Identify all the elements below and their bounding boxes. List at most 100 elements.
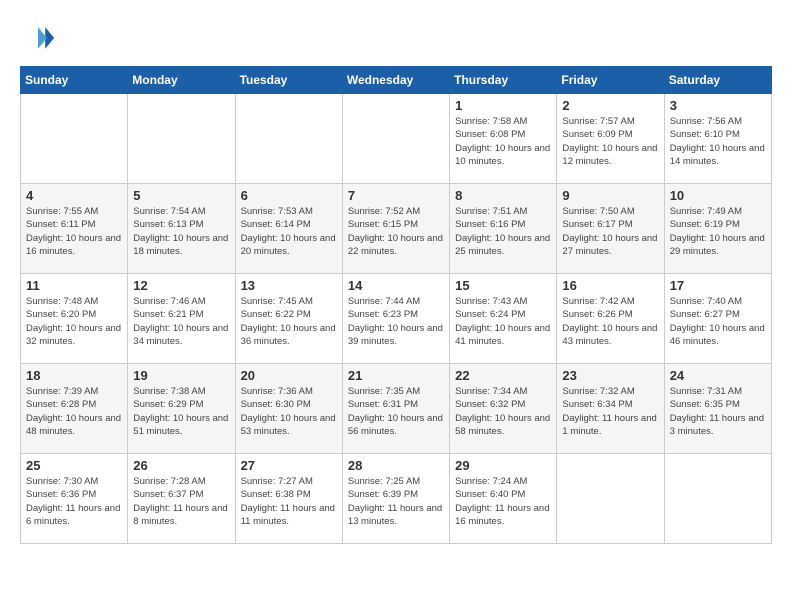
calendar-body: 1Sunrise: 7:58 AMSunset: 6:08 PMDaylight… <box>21 94 772 544</box>
calendar-header: SundayMondayTuesdayWednesdayThursdayFrid… <box>21 67 772 94</box>
day-info: Sunrise: 7:44 AMSunset: 6:23 PMDaylight:… <box>348 295 444 348</box>
calendar-cell: 12 Sunrise: 7:46 AMSunset: 6:21 PMDayligh… <box>128 274 235 364</box>
day-number: 16 <box>562 278 658 293</box>
calendar-cell: 17Sunrise: 7:40 AMSunset: 6:27 PMDayligh… <box>664 274 771 364</box>
calendar-cell: 15 Sunrise: 7:43 AMSunset: 6:24 PMDayligh… <box>450 274 557 364</box>
day-info: Sunrise: 7:27 AMSunset: 6:38 PMDaylight:… <box>241 475 337 528</box>
day-info: Sunrise: 7:34 AMSunset: 6:32 PMDaylight:… <box>455 385 551 438</box>
day-info: Sunrise: 7:38 AMSunset: 6:29 PMDaylight:… <box>133 385 229 438</box>
day-number: 19 <box>133 368 229 383</box>
day-number: 10 <box>670 188 766 203</box>
calendar-cell: 16 Sunrise: 7:42 AMSunset: 6:26 PMDayligh… <box>557 274 664 364</box>
calendar-cell: 23 Sunrise: 7:32 AMSunset: 6:34 PMDayligh… <box>557 364 664 454</box>
calendar-cell: 29 Sunrise: 7:24 AMSunset: 6:40 PMDayligh… <box>450 454 557 544</box>
day-number: 5 <box>133 188 229 203</box>
calendar-cell: 3 Sunrise: 7:56 AMSunset: 6:10 PMDaylight… <box>664 94 771 184</box>
day-info: Sunrise: 7:56 AMSunset: 6:10 PMDaylight:… <box>670 115 766 168</box>
day-info: Sunrise: 7:57 AMSunset: 6:09 PMDaylight:… <box>562 115 658 168</box>
calendar-week-row: 11 Sunrise: 7:48 AMSunset: 6:20 PMDayligh… <box>21 274 772 364</box>
calendar-cell: 8Sunrise: 7:51 AMSunset: 6:16 PMDaylight… <box>450 184 557 274</box>
day-number: 9 <box>562 188 658 203</box>
logo <box>20 20 61 56</box>
calendar-cell: 6 Sunrise: 7:53 AMSunset: 6:14 PMDaylight… <box>235 184 342 274</box>
day-number: 23 <box>562 368 658 383</box>
day-number: 18 <box>26 368 122 383</box>
calendar-cell <box>664 454 771 544</box>
day-info: Sunrise: 7:54 AMSunset: 6:13 PMDaylight:… <box>133 205 229 258</box>
day-info: Sunrise: 7:35 AMSunset: 6:31 PMDaylight:… <box>348 385 444 438</box>
day-number: 6 <box>241 188 337 203</box>
day-number: 25 <box>26 458 122 473</box>
calendar-cell <box>235 94 342 184</box>
calendar-cell: 25 Sunrise: 7:30 AMSunset: 6:36 PMDayligh… <box>21 454 128 544</box>
day-number: 29 <box>455 458 551 473</box>
day-number: 12 <box>133 278 229 293</box>
calendar-cell: 11 Sunrise: 7:48 AMSunset: 6:20 PMDayligh… <box>21 274 128 364</box>
day-info: Sunrise: 7:24 AMSunset: 6:40 PMDaylight:… <box>455 475 551 528</box>
calendar-cell: 24 Sunrise: 7:31 AMSunset: 6:35 PMDayligh… <box>664 364 771 454</box>
day-info: Sunrise: 7:30 AMSunset: 6:36 PMDaylight:… <box>26 475 122 528</box>
day-info: Sunrise: 7:39 AMSunset: 6:28 PMDaylight:… <box>26 385 122 438</box>
day-info: Sunrise: 7:25 AMSunset: 6:39 PMDaylight:… <box>348 475 444 528</box>
calendar-week-row: 1Sunrise: 7:58 AMSunset: 6:08 PMDaylight… <box>21 94 772 184</box>
calendar-week-row: 4 Sunrise: 7:55 AMSunset: 6:11 PMDaylight… <box>21 184 772 274</box>
calendar-cell: 1Sunrise: 7:58 AMSunset: 6:08 PMDaylight… <box>450 94 557 184</box>
weekday-header: Wednesday <box>342 67 449 94</box>
day-number: 28 <box>348 458 444 473</box>
day-info: Sunrise: 7:43 AMSunset: 6:24 PMDaylight:… <box>455 295 551 348</box>
calendar-cell: 18 Sunrise: 7:39 AMSunset: 6:28 PMDayligh… <box>21 364 128 454</box>
calendar-week-row: 18 Sunrise: 7:39 AMSunset: 6:28 PMDayligh… <box>21 364 772 454</box>
weekday-header: Tuesday <box>235 67 342 94</box>
calendar-cell <box>21 94 128 184</box>
calendar-cell <box>557 454 664 544</box>
calendar-cell: 9 Sunrise: 7:50 AMSunset: 6:17 PMDaylight… <box>557 184 664 274</box>
day-info: Sunrise: 7:46 AMSunset: 6:21 PMDaylight:… <box>133 295 229 348</box>
day-number: 22 <box>455 368 551 383</box>
day-number: 3 <box>670 98 766 113</box>
day-number: 21 <box>348 368 444 383</box>
weekday-row: SundayMondayTuesdayWednesdayThursdayFrid… <box>21 67 772 94</box>
day-info: Sunrise: 7:32 AMSunset: 6:34 PMDaylight:… <box>562 385 658 438</box>
day-info: Sunrise: 7:49 AMSunset: 6:19 PMDaylight:… <box>670 205 766 258</box>
day-info: Sunrise: 7:28 AMSunset: 6:37 PMDaylight:… <box>133 475 229 528</box>
calendar-cell: 14 Sunrise: 7:44 AMSunset: 6:23 PMDayligh… <box>342 274 449 364</box>
day-info: Sunrise: 7:55 AMSunset: 6:11 PMDaylight:… <box>26 205 122 258</box>
day-number: 13 <box>241 278 337 293</box>
day-number: 1 <box>455 98 551 113</box>
day-number: 27 <box>241 458 337 473</box>
day-number: 15 <box>455 278 551 293</box>
calendar-cell: 4 Sunrise: 7:55 AMSunset: 6:11 PMDaylight… <box>21 184 128 274</box>
calendar-week-row: 25 Sunrise: 7:30 AMSunset: 6:36 PMDayligh… <box>21 454 772 544</box>
weekday-header: Friday <box>557 67 664 94</box>
calendar-cell: 21 Sunrise: 7:35 AMSunset: 6:31 PMDayligh… <box>342 364 449 454</box>
day-info: Sunrise: 7:31 AMSunset: 6:35 PMDaylight:… <box>670 385 766 438</box>
day-number: 11 <box>26 278 122 293</box>
calendar-cell: 27 Sunrise: 7:27 AMSunset: 6:38 PMDayligh… <box>235 454 342 544</box>
calendar-cell: 7Sunrise: 7:52 AMSunset: 6:15 PMDaylight… <box>342 184 449 274</box>
calendar-cell: 5 Sunrise: 7:54 AMSunset: 6:13 PMDaylight… <box>128 184 235 274</box>
calendar-cell: 2 Sunrise: 7:57 AMSunset: 6:09 PMDaylight… <box>557 94 664 184</box>
page-header <box>20 20 772 56</box>
calendar-table: SundayMondayTuesdayWednesdayThursdayFrid… <box>20 66 772 544</box>
calendar-cell: 19 Sunrise: 7:38 AMSunset: 6:29 PMDayligh… <box>128 364 235 454</box>
day-number: 2 <box>562 98 658 113</box>
day-number: 24 <box>670 368 766 383</box>
logo-icon <box>20 20 56 56</box>
weekday-header: Saturday <box>664 67 771 94</box>
day-info: Sunrise: 7:42 AMSunset: 6:26 PMDaylight:… <box>562 295 658 348</box>
weekday-header: Thursday <box>450 67 557 94</box>
day-number: 20 <box>241 368 337 383</box>
calendar-cell <box>128 94 235 184</box>
calendar-cell <box>342 94 449 184</box>
day-info: Sunrise: 7:50 AMSunset: 6:17 PMDaylight:… <box>562 205 658 258</box>
day-number: 8 <box>455 188 551 203</box>
day-number: 14 <box>348 278 444 293</box>
calendar-cell: 28 Sunrise: 7:25 AMSunset: 6:39 PMDayligh… <box>342 454 449 544</box>
calendar-cell: 13Sunrise: 7:45 AMSunset: 6:22 PMDayligh… <box>235 274 342 364</box>
day-number: 26 <box>133 458 229 473</box>
day-info: Sunrise: 7:53 AMSunset: 6:14 PMDaylight:… <box>241 205 337 258</box>
day-number: 4 <box>26 188 122 203</box>
day-info: Sunrise: 7:36 AMSunset: 6:30 PMDaylight:… <box>241 385 337 438</box>
day-info: Sunrise: 7:48 AMSunset: 6:20 PMDaylight:… <box>26 295 122 348</box>
calendar-cell: 26 Sunrise: 7:28 AMSunset: 6:37 PMDayligh… <box>128 454 235 544</box>
